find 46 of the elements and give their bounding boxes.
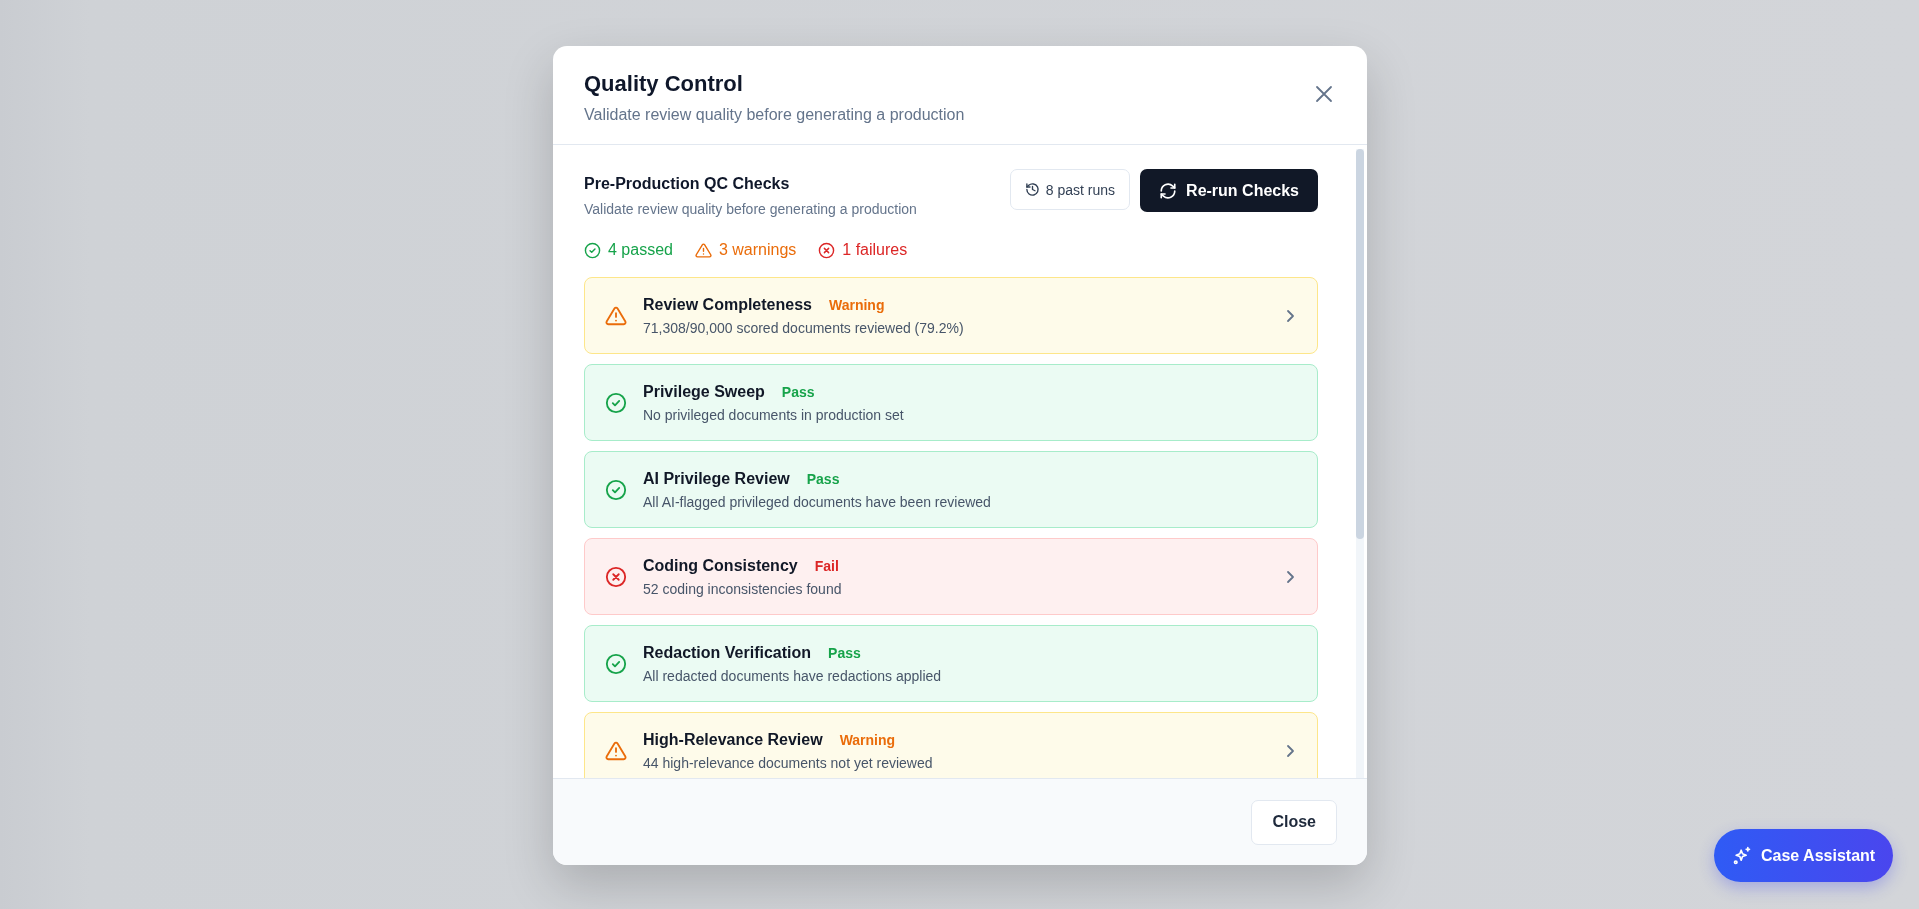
- check-detail: 44 high-relevance documents not yet reviewed: [643, 754, 934, 771]
- x-circle-icon: [818, 241, 836, 259]
- check-detail: All redacted documents have redactions applied: [643, 667, 943, 684]
- check-detail: No privileged documents in production set: [643, 406, 905, 423]
- check-detail: 52 coding inconsistencies found: [643, 580, 843, 597]
- check-status: Pass: [806, 470, 840, 487]
- check-status: Warning: [828, 296, 885, 313]
- summary-count: 3 warnings: [718, 241, 797, 259]
- close-button[interactable]: Close: [1251, 799, 1337, 845]
- check-title: Privilege Sweep: [643, 382, 765, 401]
- case-assistant-button[interactable]: Case Assistant: [1714, 829, 1894, 882]
- scrollbar[interactable]: [1356, 149, 1364, 778]
- past-runs-button[interactable]: 8 past runs: [1009, 169, 1131, 210]
- check-title: Review Completeness: [643, 295, 812, 314]
- check-status: Pass: [828, 644, 861, 661]
- dialog-title: Quality Control: [584, 71, 744, 97]
- check-status: Pass: [781, 383, 815, 400]
- check-circle-icon: [605, 478, 627, 501]
- check-detail: 71,308/90,000 scored documents reviewed (79.2%): [643, 319, 965, 336]
- warning-triangle-icon: [605, 304, 627, 327]
- check-card[interactable]: Review Completeness Warning 71,308/90,000 scored documents reviewed (79.2%): [584, 277, 1318, 354]
- check-title: Redaction Verification: [643, 643, 812, 662]
- check-title: AI Privilege Review: [643, 469, 790, 488]
- check-title: High-Relevance Review: [643, 730, 823, 749]
- check-circle-icon: [605, 391, 627, 414]
- section-subtitle: Validate review quality before generating a production: [584, 201, 917, 217]
- section-title: Pre-Production QC Checks: [584, 175, 791, 193]
- summary-count: 4 passed: [608, 241, 673, 259]
- warning-triangle-icon: [605, 739, 627, 762]
- check-status: Fail: [814, 557, 839, 574]
- check-card[interactable]: High-Relevance Review Warning 44 high-relevance documents not yet reviewed: [584, 712, 1318, 778]
- sparkle-icon: [1732, 845, 1752, 866]
- check-status: Warning: [839, 731, 896, 748]
- rerun-checks-button[interactable]: Re-run Checks: [1140, 169, 1318, 212]
- summary-count: 1 failures: [842, 241, 908, 259]
- check-circle-icon: [605, 652, 627, 675]
- check-detail: All AI-flagged privileged documents have been reviewed: [643, 493, 992, 510]
- check-card[interactable]: Coding Consistency Fail 52 coding inconsistencies found: [584, 538, 1318, 615]
- history-icon: [1024, 182, 1040, 197]
- dialog-subtitle: Validate review quality before generating a production: [584, 106, 965, 124]
- scrollbar-thumb[interactable]: [1356, 149, 1364, 539]
- check-circle-icon: [584, 241, 601, 259]
- check-title: Coding Consistency: [643, 556, 798, 575]
- warning-triangle-icon: [694, 241, 712, 259]
- x-circle-icon: [605, 565, 627, 588]
- refresh-icon: [1159, 181, 1178, 200]
